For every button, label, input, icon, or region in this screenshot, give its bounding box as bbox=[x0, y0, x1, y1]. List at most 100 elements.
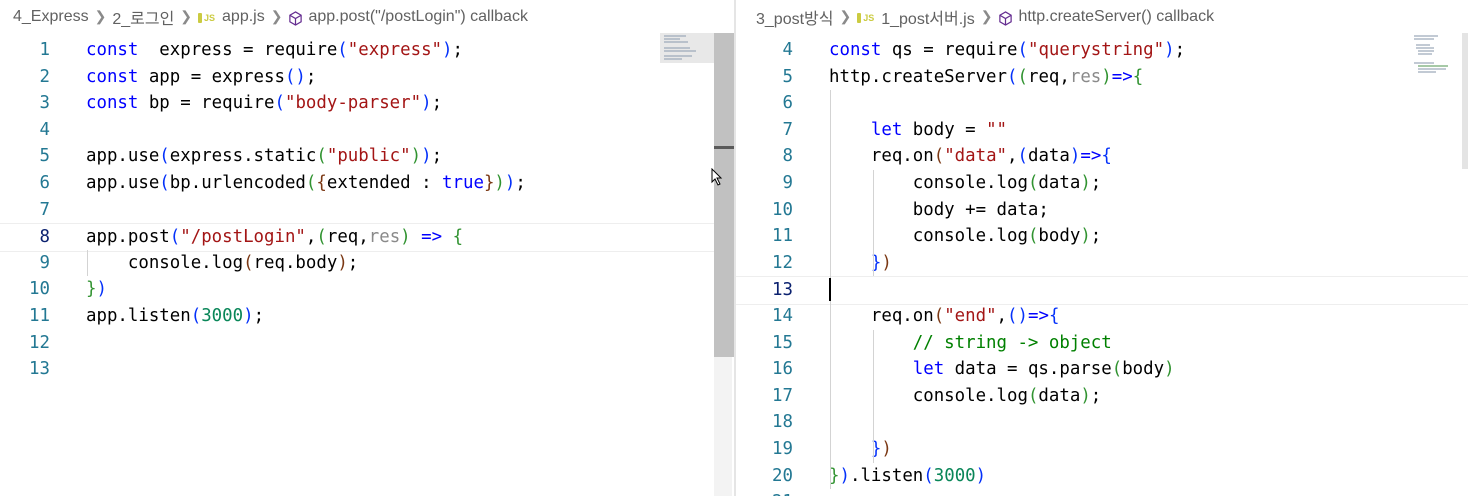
code-text: // string -> object bbox=[829, 330, 1112, 357]
code-token: ; bbox=[431, 93, 443, 114]
code-line[interactable]: 5 http.createServer((req,res)=>{ bbox=[736, 64, 1468, 91]
code-token: const bbox=[86, 93, 139, 114]
code-line[interactable]: 15 // string -> object bbox=[736, 330, 1468, 357]
vertical-scrollbar[interactable] bbox=[1462, 33, 1468, 169]
code-token: bp = require bbox=[138, 93, 275, 114]
breadcrumb-folder-2-login[interactable]: 2_로그인 bbox=[112, 5, 174, 29]
code-token: ) bbox=[494, 173, 505, 193]
code-token: => bbox=[1027, 306, 1049, 326]
breadcrumb-symbol-callback[interactable]: app.post("/postLogin") callback bbox=[308, 8, 527, 26]
code-token: ( bbox=[305, 173, 317, 193]
code-line[interactable]: 20}).listen(3000) bbox=[736, 463, 1468, 490]
code-line[interactable]: 6 bbox=[736, 90, 1468, 117]
indent-guide bbox=[873, 329, 874, 463]
scrollbar-thumb[interactable] bbox=[714, 33, 734, 357]
code-token: ( bbox=[316, 227, 327, 248]
code-line[interactable]: 18 bbox=[736, 409, 1468, 436]
code-token: data bbox=[1038, 385, 1081, 406]
code-line[interactable]: 10 body += data; bbox=[736, 197, 1468, 224]
code-token: "express" bbox=[347, 40, 443, 60]
code-line[interactable]: 21 bbox=[736, 489, 1468, 496]
code-editor[interactable]: 1 const express = require("express"); 2 con… bbox=[0, 33, 734, 496]
code-token: ) bbox=[839, 465, 850, 486]
code-text: }) bbox=[829, 250, 892, 277]
code-token: res bbox=[1069, 66, 1102, 87]
code-line[interactable]: 17 console.log(data); bbox=[736, 383, 1468, 410]
code-token: , bbox=[996, 306, 1008, 326]
code-line[interactable]: 7 bbox=[0, 197, 734, 224]
code-token: console.log bbox=[829, 385, 1028, 406]
code-line[interactable]: 9 console.log(data); bbox=[736, 170, 1468, 197]
code-line[interactable]: 7 let body = "" bbox=[736, 117, 1468, 144]
code-text: const bp = require("body-parser"); bbox=[86, 90, 442, 117]
line-number: 7 bbox=[782, 119, 793, 140]
breadcrumb-folder-3-post[interactable]: 3_post방식 bbox=[756, 5, 833, 29]
method-cube-icon bbox=[999, 11, 1013, 26]
breadcrumb-symbol-callback[interactable]: http.createServer() callback bbox=[1018, 8, 1214, 26]
right-editor-pane[interactable]: 3_post방식 ❯ JS 1_post서버.js ❯ http.createS… bbox=[736, 0, 1468, 496]
minimap[interactable] bbox=[660, 33, 714, 63]
breadcrumb-folder-4-express[interactable]: 4_Express bbox=[13, 8, 89, 26]
code-line[interactable]: 9 console.log(req.body); bbox=[0, 250, 734, 277]
code-token: } bbox=[86, 279, 97, 300]
code-token: ; bbox=[253, 306, 265, 326]
code-line[interactable]: 14 req.on("end",()=>{ bbox=[736, 303, 1468, 330]
code-line[interactable]: 6 app.use(bp.urlencoded({extended : true}… bbox=[0, 170, 734, 197]
breadcrumb: 3_post방식 ❯ JS 1_post서버.js ❯ http.createS… bbox=[736, 0, 1468, 33]
code-line[interactable]: 16 let data = qs.parse(body) bbox=[736, 356, 1468, 383]
code-token: => bbox=[410, 227, 443, 248]
code-line[interactable]: 11 console.log(body); bbox=[736, 223, 1468, 250]
code-text: }).listen(3000) bbox=[829, 463, 986, 490]
left-editor-pane[interactable]: 4_Express ❯ 2_로그인 ❯ JS app.js ❯ app.post… bbox=[0, 0, 734, 496]
code-text: app.use(express.static("public")); bbox=[86, 143, 442, 170]
minimap[interactable] bbox=[1408, 33, 1468, 93]
line-number: 10 bbox=[29, 279, 50, 300]
code-line[interactable]: 5 app.use(express.static("public")); bbox=[0, 143, 734, 170]
code-token: req, bbox=[1027, 66, 1070, 87]
code-line[interactable]: 12 bbox=[0, 330, 734, 357]
code-token: ( bbox=[159, 173, 170, 193]
code-token: { bbox=[1101, 146, 1112, 167]
code-line[interactable]: 10}) bbox=[0, 276, 734, 303]
code-text: const qs = require("querystring"); bbox=[829, 37, 1185, 64]
code-line[interactable]: 8 req.on("data",(data)=>{ bbox=[736, 143, 1468, 170]
code-token: ) bbox=[243, 306, 254, 326]
breadcrumb-file-post-server-js[interactable]: 1_post서버.js bbox=[881, 5, 974, 29]
code-line[interactable]: 1 const express = require("express"); bbox=[0, 37, 734, 64]
indent-guide bbox=[873, 170, 874, 277]
code-text: console.log(body); bbox=[829, 223, 1102, 250]
code-line[interactable]: 19 }) bbox=[736, 436, 1468, 463]
code-token: ; bbox=[1174, 40, 1186, 60]
code-line[interactable]: 11 app.listen(3000); bbox=[0, 303, 734, 330]
code-line[interactable]: 4 bbox=[0, 117, 734, 144]
code-line[interactable]: 8 app.post("/postLogin",(req,res) => { bbox=[0, 223, 734, 252]
code-token: ( bbox=[190, 306, 202, 326]
code-text: console.log(req.body); bbox=[86, 250, 358, 277]
code-line[interactable]: 3 const bp = require("body-parser"); bbox=[0, 90, 734, 117]
line-number: 6 bbox=[782, 93, 793, 114]
code-line[interactable]: 12 }) bbox=[736, 250, 1468, 277]
vertical-scrollbar[interactable] bbox=[714, 33, 734, 496]
code-token: "" bbox=[986, 119, 1008, 140]
line-number: 12 bbox=[29, 332, 50, 353]
code-token: ) bbox=[400, 227, 411, 248]
code-line[interactable]: 4 const qs = require("querystring"); bbox=[736, 37, 1468, 64]
code-token: "/postLogin" bbox=[180, 227, 306, 248]
code-line[interactable]: 13 bbox=[736, 276, 1468, 305]
code-line[interactable]: 2 const app = express(); bbox=[0, 64, 734, 91]
code-token: ) bbox=[1069, 146, 1081, 167]
code-token: ( bbox=[1017, 66, 1028, 87]
code-token: req.body bbox=[253, 252, 338, 273]
code-token: ; bbox=[452, 40, 463, 60]
code-line[interactable]: 13 bbox=[0, 356, 734, 383]
code-token: const bbox=[86, 40, 139, 60]
line-number: 4 bbox=[782, 40, 793, 60]
code-token: console.log bbox=[86, 252, 244, 273]
code-editor[interactable]: 4 const qs = require("querystring"); 5 http… bbox=[736, 33, 1468, 496]
code-token: ; bbox=[1090, 385, 1102, 406]
breadcrumb-file-app-js[interactable]: app.js bbox=[222, 8, 265, 26]
code-text: http.createServer((req,res)=>{ bbox=[829, 64, 1143, 91]
code-token: body = bbox=[902, 119, 987, 140]
